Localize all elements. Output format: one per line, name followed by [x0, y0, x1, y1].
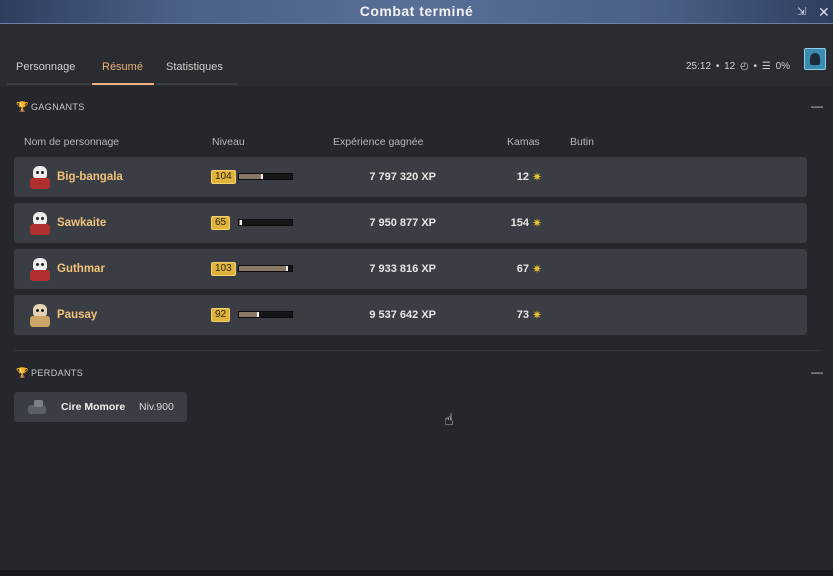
- kama-icon: ✷: [532, 170, 543, 184]
- trophy-icon: 🏆: [16, 102, 29, 113]
- losers-heading-label: PERDANTS: [31, 368, 84, 378]
- level-progress-fill: [239, 312, 260, 317]
- tabs-bar: Personnage Résumé Statistiques 25:12 • 1…: [0, 24, 833, 86]
- separator: •: [715, 61, 720, 72]
- character-name[interactable]: Guthmar: [57, 263, 105, 275]
- winner-row[interactable]: Guthmar 103 7 933 816 XP 67 ✷: [14, 249, 807, 289]
- tab-resume[interactable]: Résumé: [92, 61, 154, 85]
- trophy-icon: 🏆: [16, 368, 29, 379]
- tab-label: Statistiques: [166, 61, 223, 73]
- tab-label: Personnage: [16, 61, 76, 73]
- kamas-gained: 154: [510, 217, 529, 229]
- level-progress-bar: [238, 265, 293, 272]
- separator: •: [753, 61, 758, 72]
- level-progress-bar: [238, 311, 293, 318]
- bottom-strip: [0, 570, 833, 576]
- fight-duration: 25:12: [686, 61, 712, 72]
- close-icon[interactable]: ✕: [818, 4, 830, 20]
- xp-gained: 9 537 642 XP: [369, 309, 436, 321]
- level-badge: 92: [211, 308, 231, 322]
- level-progress-fill: [239, 266, 288, 271]
- level-progress-bar: [238, 219, 293, 226]
- monster-level: Niv.900: [139, 401, 174, 413]
- winner-row[interactable]: Pausay 92 9 537 642 XP 73 ✷: [14, 295, 807, 335]
- hand-cursor-icon: ☝: [444, 412, 454, 429]
- turn-count: 12: [724, 61, 736, 72]
- column-header-loot: Butin: [570, 136, 594, 148]
- monster-name[interactable]: Cire Momore: [61, 401, 125, 413]
- bonus-percent: 0%: [775, 61, 791, 72]
- character-name[interactable]: Pausay: [57, 309, 97, 321]
- loser-row[interactable]: Cire Momore Niv.900: [14, 392, 187, 422]
- hooded-avatar: [30, 304, 50, 328]
- tab-underline: [156, 83, 238, 85]
- chest-icon: ☰: [761, 61, 771, 72]
- level-progress-fill: [239, 174, 263, 179]
- kama-icon: ✷: [532, 308, 543, 322]
- level-badge: 65: [211, 216, 231, 230]
- tab-underline: [7, 83, 90, 85]
- skull-avatar: [30, 212, 50, 236]
- tab-statistiques[interactable]: Statistiques: [156, 61, 238, 85]
- tab-underline: [92, 83, 154, 85]
- title-bar: Combat terminé ⇲ ✕: [0, 0, 833, 24]
- kamas-gained: 67: [516, 263, 529, 275]
- xp-gained: 7 950 877 XP: [369, 217, 436, 229]
- tab-personnage[interactable]: Personnage: [7, 61, 90, 85]
- tab-label: Résumé: [102, 61, 143, 73]
- level-badge: 104: [211, 170, 236, 184]
- monster-icon: [26, 399, 48, 415]
- level-progress-fill: [239, 220, 242, 225]
- level-badge: 103: [211, 262, 236, 276]
- kama-icon: ✷: [532, 216, 543, 230]
- losers-heading: 🏆 PERDANTS: [16, 368, 83, 379]
- winners-heading: 🏆 GAGNANTS: [16, 102, 85, 113]
- fight-status: 25:12 • 12 ◴ • ☰ 0%: [686, 61, 792, 72]
- combat-summary-window: Personnage Résumé Statistiques 25:12 • 1…: [0, 24, 833, 576]
- collapse-winners-button[interactable]: —: [811, 99, 823, 113]
- winner-row[interactable]: Big-bangala 104 7 797 320 XP 12 ✷: [14, 157, 807, 197]
- collapse-losers-button[interactable]: —: [811, 365, 823, 379]
- clock-icon: ◴: [740, 61, 749, 72]
- character-name[interactable]: Sawkaite: [57, 217, 106, 229]
- character-name[interactable]: Big-bangala: [57, 171, 123, 183]
- column-header-level: Niveau: [212, 136, 245, 148]
- shrink-icon[interactable]: ⇲: [797, 4, 806, 20]
- column-header-name: Nom de personnage: [24, 136, 120, 148]
- xp-gained: 7 797 320 XP: [369, 171, 436, 183]
- column-header-kamas: Kamas: [507, 136, 540, 148]
- kamas-gained: 73: [516, 309, 529, 321]
- kamas-gained: 12: [516, 171, 529, 183]
- kama-icon: ✷: [532, 262, 543, 276]
- skull-avatar: [30, 166, 50, 190]
- level-progress-bar: [238, 173, 293, 180]
- window-title: Combat terminé: [359, 3, 474, 19]
- xp-gained: 7 933 816 XP: [369, 263, 436, 275]
- section-divider: [14, 350, 821, 351]
- spectator-avatar-button[interactable]: [804, 48, 826, 70]
- winners-heading-label: GAGNANTS: [31, 102, 85, 112]
- column-header-xp: Expérience gagnée: [333, 136, 424, 148]
- winner-row[interactable]: Sawkaite 65 7 950 877 XP 154 ✷: [14, 203, 807, 243]
- skull-avatar: [30, 258, 50, 282]
